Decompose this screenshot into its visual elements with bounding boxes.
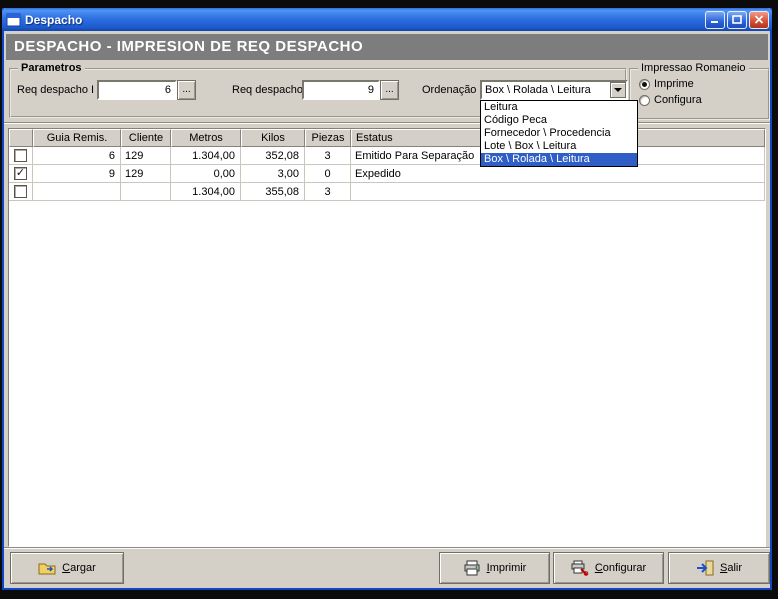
column-header-cliente[interactable]: Cliente xyxy=(121,129,171,147)
req-despacho-f-label: Req despacho F xyxy=(232,80,313,100)
dropdown-option[interactable]: Código Peca xyxy=(481,114,637,127)
req-despacho-f-browse-button[interactable]: ... xyxy=(380,80,399,100)
configure-printer-icon xyxy=(571,560,589,576)
cell-guia: 6 xyxy=(33,147,121,165)
cell-kilos: 3,00 xyxy=(241,165,305,183)
cell-guia xyxy=(33,183,121,201)
imprimir-button[interactable]: Imprimir xyxy=(439,552,550,584)
row-checkbox[interactable] xyxy=(14,185,27,198)
cell-piezas: 3 xyxy=(305,147,351,165)
configurar-label: Configurar xyxy=(595,562,646,574)
salir-button[interactable]: Salir xyxy=(668,552,770,584)
minimize-icon xyxy=(710,15,720,24)
horizontal-separator xyxy=(4,122,770,124)
cargar-button[interactable]: Cargar xyxy=(10,552,124,584)
dropdown-option[interactable]: Lote \ Box \ Leitura xyxy=(481,140,637,153)
radio-button-icon xyxy=(639,79,650,90)
radio-configura[interactable]: Configura xyxy=(639,94,702,106)
despacho-grid: Guia Remis. Cliente Metros Kilos Piezas … xyxy=(8,128,766,547)
radio-imprime[interactable]: Imprime xyxy=(639,78,694,90)
radio-button-icon xyxy=(639,95,650,106)
table-row[interactable]: 9 129 0,00 3,00 0 Expedido xyxy=(9,165,765,183)
app-icon xyxy=(6,13,21,27)
cell-kilos: 355,08 xyxy=(241,183,305,201)
cargar-label: Cargar xyxy=(62,562,96,574)
req-despacho-i-label: Req despacho I xyxy=(17,80,94,100)
column-header-metros[interactable]: Metros xyxy=(171,129,241,147)
req-despacho-f-input[interactable] xyxy=(302,80,380,100)
app-window: Despacho DESPACHO - IMPRESION DE REQ DES… xyxy=(2,8,772,590)
cell-cliente xyxy=(121,183,171,201)
exit-door-icon xyxy=(696,560,714,576)
chevron-down-icon xyxy=(614,88,622,92)
ordenacao-dropdown-button[interactable] xyxy=(610,82,626,98)
cell-guia: 9 xyxy=(33,165,121,183)
cell-cliente: 129 xyxy=(121,147,171,165)
titlebar[interactable]: Despacho xyxy=(2,8,772,31)
table-row-totals[interactable]: 1.304,00 355,08 3 xyxy=(9,183,765,201)
column-header-kilos[interactable]: Kilos xyxy=(241,129,305,147)
minimize-button[interactable] xyxy=(705,11,725,29)
table-row[interactable]: 6 129 1.304,00 352,08 3 Emitido Para Sep… xyxy=(9,147,765,165)
cell-piezas: 0 xyxy=(305,165,351,183)
ordenacao-value: Box \ Rolada \ Leitura xyxy=(482,82,610,98)
ordenacao-dropdown-list: Leitura Código Peca Fornecedor \ Procede… xyxy=(480,100,638,167)
radio-configura-label: Configura xyxy=(654,94,702,106)
grid-header-row: Guia Remis. Cliente Metros Kilos Piezas … xyxy=(9,129,765,147)
column-header-selector[interactable] xyxy=(9,129,33,147)
row-checkbox[interactable] xyxy=(14,167,27,180)
column-header-piezas[interactable]: Piezas xyxy=(305,129,351,147)
cell-kilos: 352,08 xyxy=(241,147,305,165)
close-button[interactable] xyxy=(749,11,769,29)
horizontal-separator xyxy=(4,547,770,549)
salir-label: Salir xyxy=(720,562,742,574)
row-selector-cell xyxy=(9,147,33,165)
printer-icon xyxy=(463,560,481,576)
dropdown-option[interactable]: Fornecedor \ Procedencia xyxy=(481,127,637,140)
configurar-button[interactable]: Configurar xyxy=(553,552,664,584)
cell-metros: 1.304,00 xyxy=(171,183,241,201)
cell-cliente: 129 xyxy=(121,165,171,183)
row-selector-cell xyxy=(9,183,33,201)
maximize-button[interactable] xyxy=(727,11,747,29)
dropdown-option[interactable]: Box \ Rolada \ Leitura xyxy=(481,153,637,166)
ordenacao-label: Ordenação xyxy=(422,80,476,100)
cell-piezas: 3 xyxy=(305,183,351,201)
maximize-icon xyxy=(732,15,742,24)
cell-metros: 0,00 xyxy=(171,165,241,183)
row-selector-cell xyxy=(9,165,33,183)
page-title: DESPACHO - IMPRESION DE REQ DESPACHO xyxy=(6,34,768,60)
window-controls xyxy=(705,11,769,29)
parametros-group-label: Parametros xyxy=(18,62,85,74)
imprimir-label: Imprimir xyxy=(487,562,527,574)
load-icon xyxy=(38,561,56,575)
cell-estatus: Expedido xyxy=(351,165,765,183)
impressao-romaneio-group-label: Impressao Romaneio xyxy=(638,62,749,74)
close-icon xyxy=(754,15,764,24)
dropdown-option[interactable]: Leitura xyxy=(481,101,637,114)
cell-metros: 1.304,00 xyxy=(171,147,241,165)
column-header-guia[interactable]: Guia Remis. xyxy=(33,129,121,147)
req-despacho-i-input[interactable] xyxy=(97,80,177,100)
ordenacao-combobox[interactable]: Box \ Rolada \ Leitura xyxy=(480,80,628,100)
impressao-romaneio-group: Impressao Romaneio Imprime Configura xyxy=(629,68,770,120)
cell-estatus xyxy=(351,183,765,201)
req-despacho-i-browse-button[interactable]: ... xyxy=(177,80,196,100)
radio-imprime-label: Imprime xyxy=(654,78,694,90)
row-checkbox[interactable] xyxy=(14,149,27,162)
window-title: Despacho xyxy=(25,13,705,27)
